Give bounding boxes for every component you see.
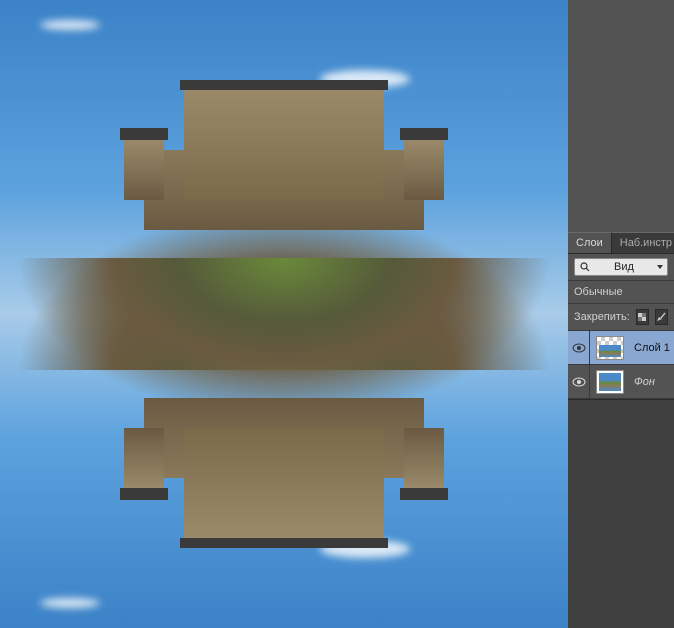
filter-kind-dropdown[interactable]: Вид [574,258,668,276]
tab-layers[interactable]: Слои [568,232,612,253]
panel-tab-bar: Слои Наб.инстр [568,232,674,254]
document-canvas[interactable] [0,0,568,628]
tab-toolsets[interactable]: Наб.инстр [612,232,674,253]
brush-icon [656,312,666,322]
chevron-down-icon [657,265,663,269]
cloud [40,20,100,30]
castle-reflection [104,388,464,538]
lock-pixels-button[interactable] [636,309,649,325]
layer-item[interactable]: Фон [568,365,674,399]
visibility-toggle[interactable] [568,331,590,364]
layer-name-label[interactable]: Слой 1 [634,342,670,354]
cloud-reflection [40,598,100,608]
search-icon [579,261,591,273]
eye-icon [572,343,586,353]
layers-panel: Слои Наб.инстр Вид Обычные Закрепить: [568,232,674,399]
castle [104,90,464,240]
layer-name-label[interactable]: Фон [634,376,655,388]
layer-thumbnail[interactable] [596,336,624,360]
panels-dock: Слои Наб.инстр Вид Обычные Закрепить: [568,0,674,628]
filter-kind-label: Вид [614,261,634,273]
visibility-toggle[interactable] [568,365,590,398]
layer-thumbnail[interactable] [596,370,624,394]
lock-brush-button[interactable] [655,309,668,325]
layer-filter-row: Вид [568,254,674,281]
eye-icon [572,377,586,387]
blend-mode-label: Обычные [574,286,623,298]
lock-label: Закрепить: [574,311,630,323]
layer-item[interactable]: Слой 1 [568,331,674,365]
dock-spacer [568,0,674,232]
lock-row: Закрепить: [568,304,674,331]
panel-empty-area [568,399,674,628]
layers-list: Слой 1 Фон [568,331,674,399]
lock-pixels-icon [637,312,647,322]
blend-mode-dropdown[interactable]: Обычные [568,281,674,304]
